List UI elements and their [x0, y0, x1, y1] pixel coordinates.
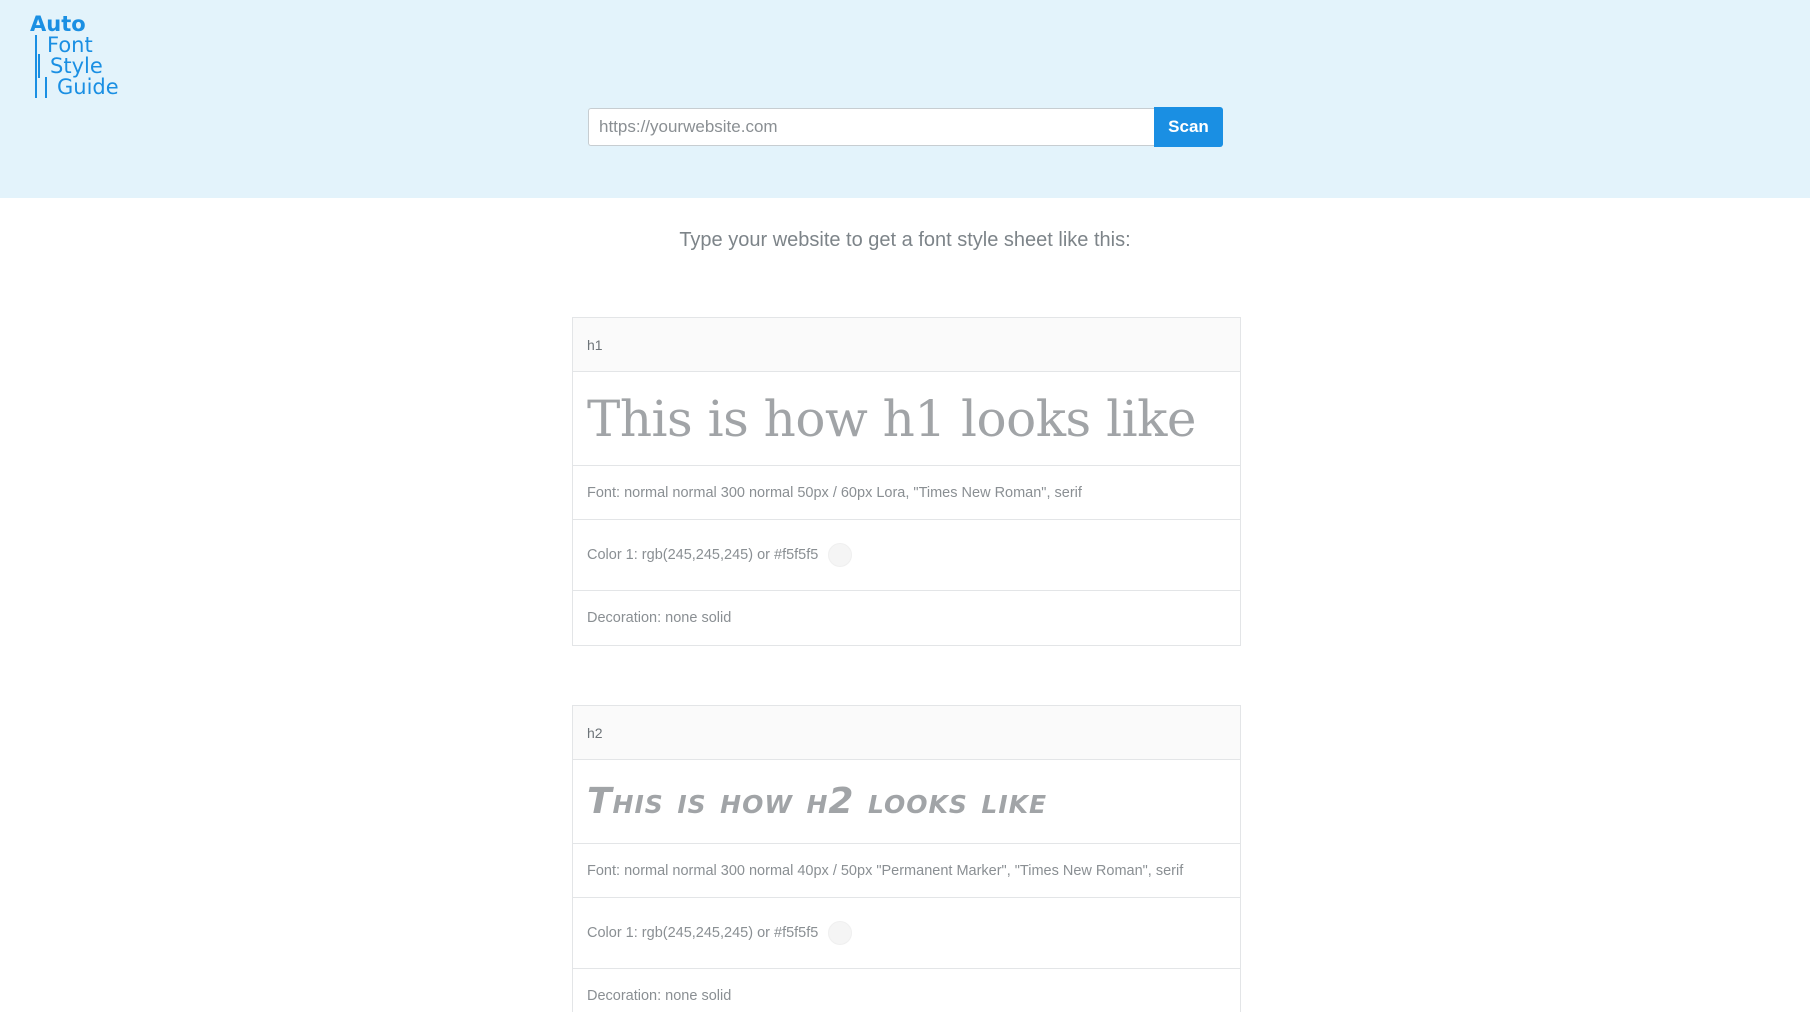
card-sample: This is how h2 looks like: [573, 760, 1240, 844]
scan-form: Scan: [588, 107, 1223, 147]
card-color-text: Color 1: rgb(245,245,245) or #f5f5f5: [587, 547, 819, 563]
sample-h1-text: This is how h1 looks like: [587, 389, 1196, 448]
logo-word-font: Font: [35, 35, 119, 56]
card-font-spec: Font: normal normal 300 normal 50px / 60…: [573, 466, 1240, 520]
card-tag: h2: [573, 706, 1240, 760]
logo-word-style-wrap: Style: [35, 54, 119, 78]
url-input[interactable]: [588, 108, 1154, 146]
color-swatch: [828, 921, 853, 945]
card-color-row: Color 1: rgb(245,245,245) or #f5f5f5: [573, 898, 1240, 969]
card-tag: h1: [573, 318, 1240, 372]
logo-word-guide-wrap: Guide: [35, 77, 119, 98]
logo-divider: [35, 56, 37, 77]
style-card-h2: h2 This is how h2 looks like Font: norma…: [572, 705, 1241, 1012]
card-color-text: Color 1: rgb(245,245,245) or #f5f5f5: [587, 925, 819, 941]
color-swatch: [828, 543, 853, 567]
sample-h2-text: This is how h2 looks like: [587, 781, 1048, 822]
intro-text: Type your website to get a font style sh…: [679, 229, 1131, 251]
card-sample: This is how h1 looks like: [573, 372, 1240, 466]
scan-button[interactable]: Scan: [1154, 107, 1223, 147]
logo-word-guide: Guide: [57, 75, 119, 99]
page: Auto Font Style Guide Scan Type your web…: [0, 0, 1810, 1012]
card-color-row: Color 1: rgb(245,245,245) or #f5f5f5: [573, 520, 1240, 591]
logo-divider: [35, 77, 37, 98]
card-font-spec: Font: normal normal 300 normal 40px / 50…: [573, 844, 1240, 898]
card-decoration: Decoration: none solid: [587, 610, 732, 626]
header-banner: Auto Font Style Guide Scan: [0, 0, 1810, 198]
style-card-h1: h1 This is how h1 looks like Font: norma…: [572, 317, 1241, 646]
logo[interactable]: Auto Font Style Guide: [30, 14, 119, 98]
card-decoration: Decoration: none solid: [587, 988, 732, 1004]
logo-word-auto: Auto: [30, 12, 86, 36]
